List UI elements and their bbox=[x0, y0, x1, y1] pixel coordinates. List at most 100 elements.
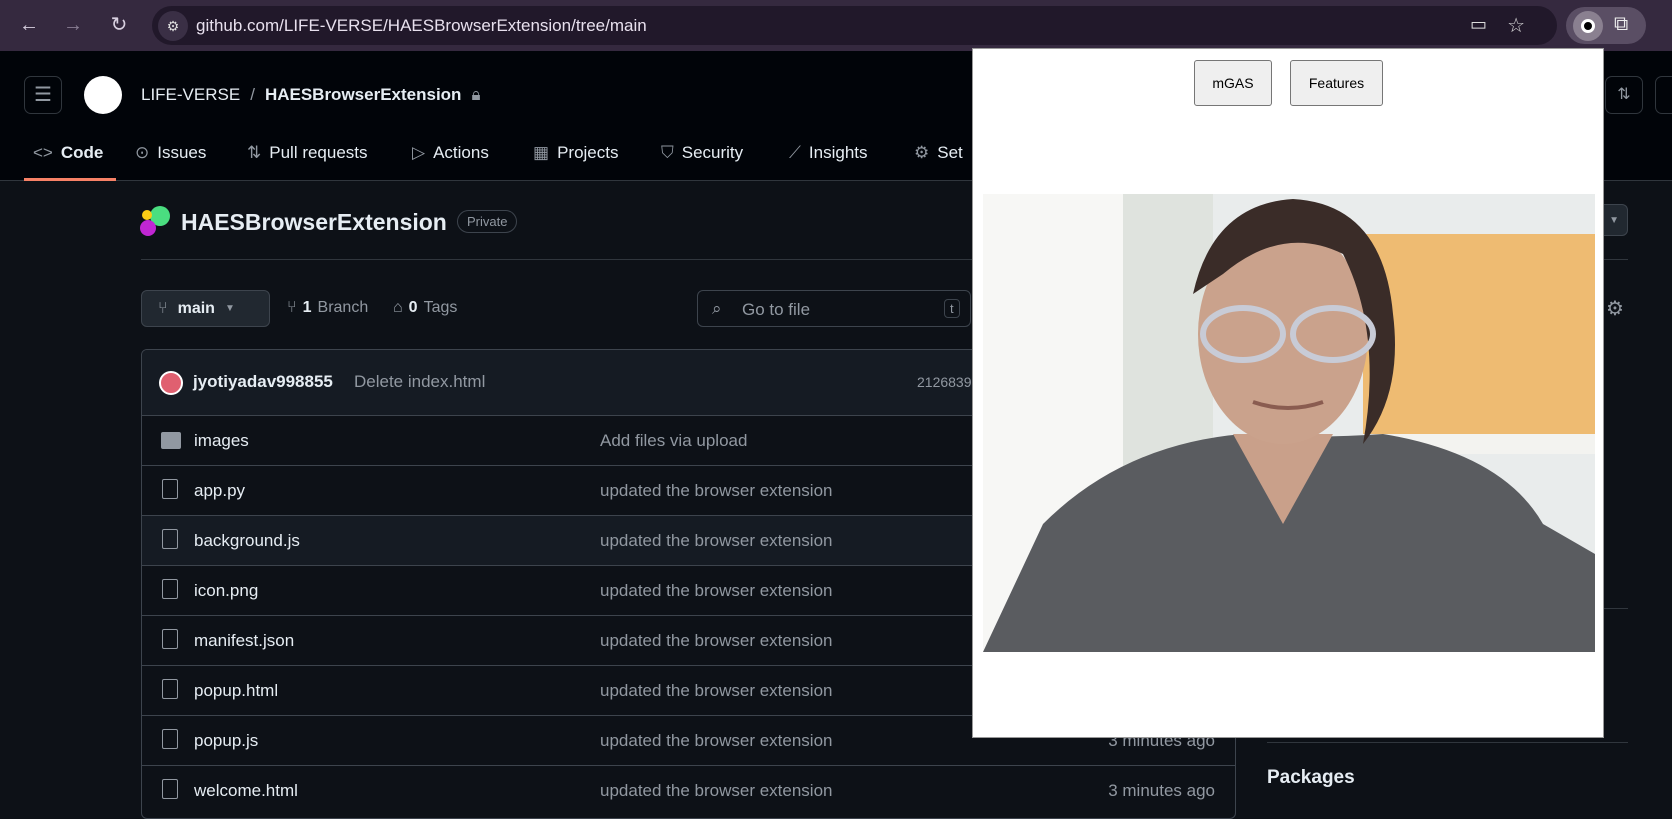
pull-request-icon: ⇅ bbox=[247, 143, 262, 162]
webcam-video-feed bbox=[983, 194, 1595, 652]
commit-message[interactable]: Delete index.html bbox=[354, 372, 485, 392]
tag-label: Tags bbox=[423, 299, 458, 316]
commit-message[interactable]: updated the browser extension bbox=[600, 631, 833, 651]
tab-insights[interactable]: ⟋ Insights bbox=[789, 143, 868, 163]
file-name[interactable]: popup.html bbox=[194, 681, 278, 701]
shield-icon: ⛉ bbox=[661, 143, 674, 162]
repo-title: HAESBrowserExtension bbox=[181, 209, 447, 235]
issue-icon: ⊙ bbox=[135, 143, 150, 162]
tab-pull-requests[interactable]: ⇅ Pull requests bbox=[247, 143, 368, 163]
reload-icon[interactable]: ↻ bbox=[106, 12, 132, 38]
caret-down-icon: ▼ bbox=[224, 303, 235, 314]
go-to-file-input[interactable]: ⌕ Go to file t bbox=[697, 290, 971, 327]
repo-link[interactable]: HAESBrowserExtension bbox=[265, 85, 462, 105]
file-name[interactable]: welcome.html bbox=[194, 781, 298, 801]
tab-label: Projects bbox=[557, 143, 619, 162]
branch-label: Branch bbox=[317, 299, 369, 316]
forward-arrow-icon[interactable]: → bbox=[60, 12, 86, 38]
repo-avatar-icon bbox=[140, 206, 172, 238]
mgas-button[interactable]: mGAS bbox=[1194, 60, 1272, 106]
commit-message[interactable]: updated the browser extension bbox=[600, 681, 833, 701]
branch-selector[interactable]: ⑂ main ▼ bbox=[141, 290, 270, 327]
commit-message[interactable]: updated the browser extension bbox=[600, 531, 833, 551]
branch-icon: ⑂ bbox=[287, 299, 297, 316]
file-name[interactable]: app.py bbox=[194, 481, 245, 501]
extensions-puzzle-icon[interactable]: ⧉ bbox=[1614, 13, 1628, 36]
owner-link[interactable]: LIFE-VERSE bbox=[141, 85, 240, 105]
commit-hash[interactable]: 2126839 bbox=[917, 374, 972, 390]
file-icon bbox=[162, 529, 178, 549]
file-icon bbox=[162, 629, 178, 649]
tab-actions[interactable]: ▷ Actions bbox=[412, 143, 489, 163]
commit-message[interactable]: updated the browser extension bbox=[600, 581, 833, 601]
tag-count: 0 bbox=[408, 299, 418, 316]
back-arrow-icon[interactable]: ← bbox=[16, 12, 42, 38]
avatar[interactable] bbox=[159, 371, 183, 395]
search-icon: ⌕ bbox=[712, 299, 722, 318]
extension-popup: mGAS Features bbox=[972, 48, 1604, 738]
file-name[interactable]: background.js bbox=[194, 531, 300, 551]
browser-toolbar: ← → ↻ ⚙ github.com/LIFE-VERSE/HAESBrowse… bbox=[0, 0, 1672, 51]
shortcut-key: t bbox=[944, 299, 960, 318]
extension-active-icon[interactable] bbox=[1573, 11, 1603, 41]
github-logo-icon[interactable] bbox=[84, 76, 122, 114]
tag-icon: ⌂ bbox=[393, 299, 403, 316]
graph-icon: ⟋ bbox=[789, 143, 801, 162]
lock-icon: 🔒︎ bbox=[471, 85, 481, 104]
branch-name: main bbox=[177, 299, 215, 317]
commit-message[interactable]: Add files via upload bbox=[600, 431, 747, 451]
branches-link[interactable]: ⑂ 1 Branch bbox=[287, 299, 368, 317]
commit-message[interactable]: updated the browser extension bbox=[600, 731, 833, 751]
code-icon: <> bbox=[33, 143, 53, 162]
tab-code[interactable]: <> Code bbox=[33, 143, 103, 163]
tab-label: Insights bbox=[808, 143, 868, 162]
tab-label: Pull requests bbox=[269, 143, 368, 162]
tab-label: Actions bbox=[433, 143, 489, 162]
address-bar[interactable]: ⚙ github.com/LIFE-VERSE/HAESBrowserExten… bbox=[152, 6, 1557, 45]
commit-time: 3 minutes ago bbox=[1108, 781, 1215, 800]
file-icon bbox=[162, 479, 178, 499]
file-icon bbox=[162, 779, 178, 799]
file-icon bbox=[162, 679, 178, 699]
file-icon bbox=[162, 729, 178, 749]
table-row[interactable]: welcome.html updated the browser extensio… bbox=[142, 765, 1235, 815]
pull-request-icon[interactable]: ⇅ bbox=[1605, 76, 1643, 114]
folder-icon bbox=[161, 432, 181, 449]
commit-message[interactable]: updated the browser extension bbox=[600, 781, 833, 801]
search-placeholder: Go to file bbox=[742, 300, 811, 319]
play-icon: ▷ bbox=[412, 143, 426, 162]
tab-label: Code bbox=[60, 143, 104, 162]
tab-label: Security bbox=[681, 143, 744, 162]
commit-author[interactable]: jyotiyadav998855 bbox=[193, 372, 333, 392]
gear-icon[interactable]: ⚙ bbox=[1606, 296, 1624, 321]
separator: / bbox=[250, 85, 255, 104]
breadcrumb: LIFE-VERSE / HAESBrowserExtension 🔒︎ bbox=[141, 85, 480, 105]
active-tab-underline bbox=[24, 178, 116, 181]
branch-count: 1 bbox=[302, 299, 312, 316]
star-icon[interactable]: ☆ bbox=[1507, 13, 1525, 38]
tags-link[interactable]: ⌂ 0 Tags bbox=[393, 299, 457, 317]
tab-label: Set bbox=[937, 143, 963, 162]
file-name[interactable]: manifest.json bbox=[194, 631, 294, 651]
tab-issues[interactable]: ⊙ Issues bbox=[135, 143, 206, 163]
header-button[interactable] bbox=[1655, 76, 1672, 114]
extension-pill: ⧉ bbox=[1566, 7, 1646, 44]
tab-security[interactable]: ⛉ Security bbox=[661, 143, 743, 163]
tab-settings[interactable]: ⚙ Set bbox=[914, 143, 963, 163]
table-icon: ▦ bbox=[533, 143, 550, 162]
features-button[interactable]: Features bbox=[1290, 60, 1383, 106]
file-icon bbox=[162, 579, 178, 599]
menu-icon[interactable]: ☰ bbox=[24, 76, 62, 114]
install-app-icon[interactable]: ▭ bbox=[1470, 14, 1487, 35]
commit-message[interactable]: updated the browser extension bbox=[600, 481, 833, 501]
file-name[interactable]: icon.png bbox=[194, 581, 258, 601]
packages-heading[interactable]: Packages bbox=[1267, 767, 1355, 789]
tab-label: Issues bbox=[157, 143, 207, 162]
file-name[interactable]: popup.js bbox=[194, 731, 258, 751]
tab-projects[interactable]: ▦ Projects bbox=[533, 143, 618, 163]
site-settings-icon[interactable]: ⚙ bbox=[158, 11, 188, 41]
file-name[interactable]: images bbox=[194, 431, 249, 451]
divider bbox=[1267, 742, 1628, 743]
url-text[interactable]: github.com/LIFE-VERSE/HAESBrowserExtensi… bbox=[196, 16, 647, 36]
gear-icon: ⚙ bbox=[914, 143, 930, 162]
